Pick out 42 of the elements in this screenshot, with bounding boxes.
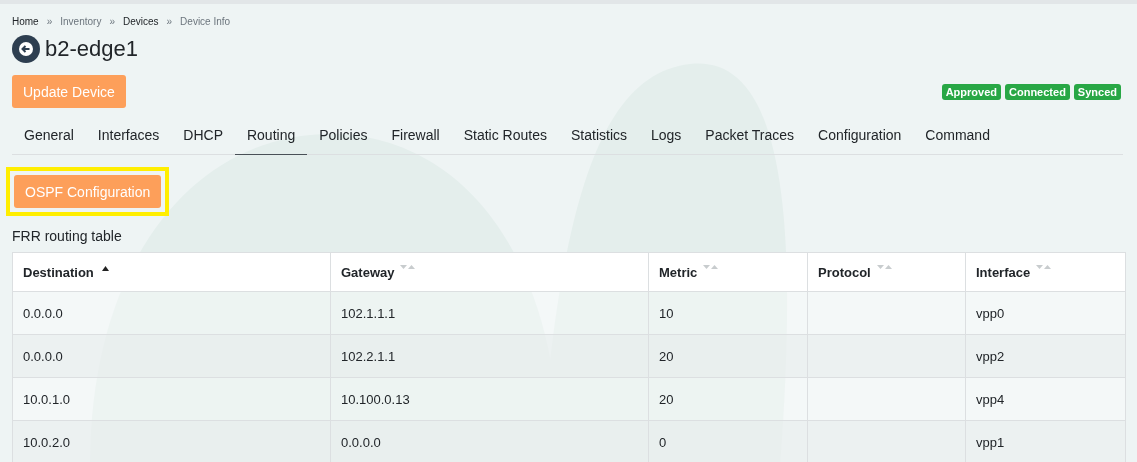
tab[interactable]: Static Routes (451, 115, 559, 155)
tab[interactable]: Interfaces (85, 115, 172, 155)
tab[interactable]: Logs (639, 115, 694, 155)
table-cell: 10.0.1.0 (12, 377, 331, 421)
column-header[interactable]: Gateway (330, 252, 649, 292)
breadcrumb-item: » (46, 16, 53, 27)
tab[interactable]: Routing (234, 115, 308, 155)
column-header[interactable]: Interface (965, 252, 1126, 292)
breadcrumb-link[interactable]: Devices (122, 16, 159, 27)
status-badge: Approved (941, 83, 1001, 100)
breadcrumb-item: Inventory (60, 16, 102, 27)
tab[interactable]: Command (913, 115, 1002, 155)
table-cell: 0.0.0.0 (12, 291, 331, 335)
column-header[interactable]: Destination (12, 252, 331, 292)
table-cell: 10.100.0.13 (330, 377, 649, 421)
tab[interactable]: DHCP (171, 115, 235, 155)
breadcrumb-item: Device Info (180, 16, 231, 27)
table-cell: 10.0.2.0 (12, 420, 331, 462)
tab[interactable]: General (12, 115, 86, 155)
tab[interactable]: Configuration (806, 115, 914, 155)
breadcrumb-item: » (109, 16, 115, 27)
column-header[interactable]: Metric (648, 252, 808, 292)
tab[interactable]: Firewall (379, 115, 452, 155)
table-cell: 102.2.1.1 (330, 334, 649, 378)
tab[interactable]: Statistics (559, 115, 639, 155)
table-cell: vpp2 (965, 334, 1126, 378)
breadcrumb-item: » (166, 16, 173, 27)
table-caption: FRR routing table (12, 228, 123, 244)
table-cell: 20 (648, 334, 808, 378)
table-cell: 20 (648, 377, 808, 421)
table-cell: 0.0.0.0 (12, 334, 331, 378)
column-header[interactable]: Protocol (807, 252, 966, 292)
table-cell: vpp4 (965, 377, 1126, 421)
breadcrumb-link[interactable]: Home (12, 16, 39, 27)
tab[interactable]: Policies (307, 115, 380, 155)
status-badge: Connected (1005, 83, 1070, 100)
table-cell: 102.1.1.1 (330, 291, 649, 335)
table-cell: vpp0 (965, 291, 1126, 335)
device-title: b2-edge1 (45, 36, 138, 62)
table-cell: 10 (648, 291, 808, 335)
status-badge: Synced (1073, 83, 1121, 100)
tab[interactable]: Packet Traces (693, 115, 807, 155)
